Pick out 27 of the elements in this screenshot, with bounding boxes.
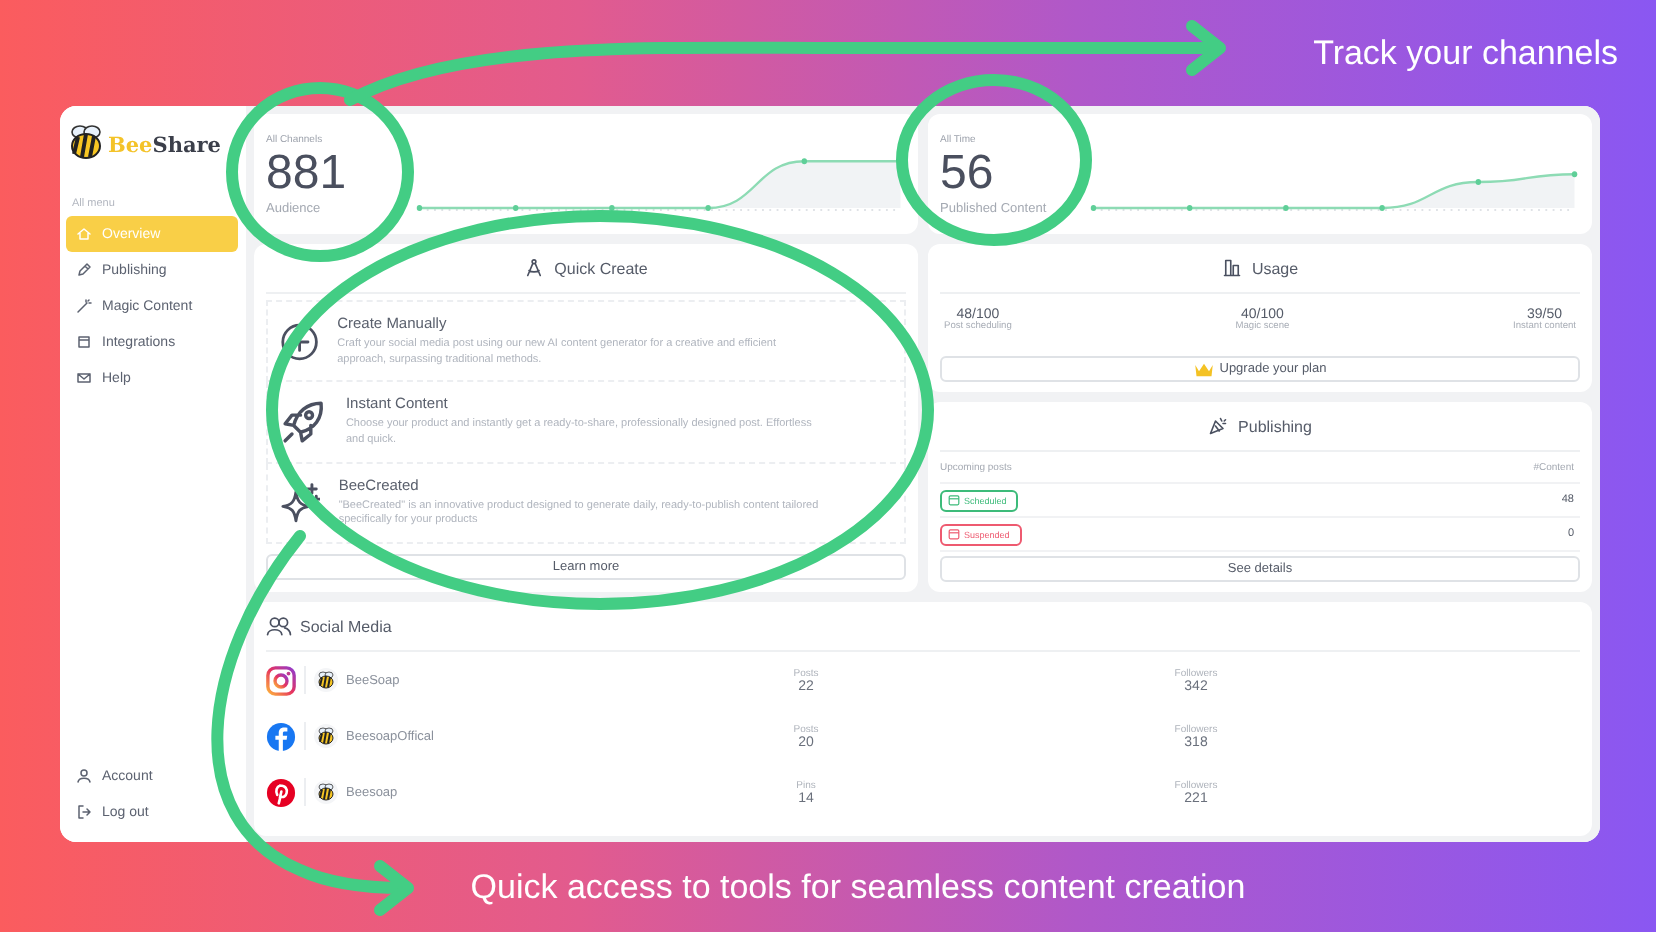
party-popper-icon — [1208, 416, 1229, 436]
card-title: Usage — [1251, 259, 1299, 277]
box-icon — [76, 334, 92, 350]
calendar-icon — [948, 494, 960, 506]
stat-value: 56 — [940, 145, 996, 201]
pinterest-icon — [266, 777, 296, 807]
compass-icon — [524, 258, 545, 278]
callout-text: Track your channels — [1313, 32, 1618, 76]
instagram-icon — [266, 665, 296, 695]
callout-text: Quick access to tools for seamless content creation — [470, 865, 1246, 909]
mail-icon — [76, 370, 92, 386]
logout-icon — [76, 804, 92, 820]
stat-value: 881 — [266, 145, 349, 201]
user-icon — [76, 768, 92, 784]
home-icon — [76, 226, 92, 242]
pen-icon — [76, 262, 92, 278]
facebook-icon — [266, 721, 296, 751]
people-icon — [266, 616, 292, 636]
bar-chart-icon — [1221, 258, 1242, 278]
calendar-icon — [948, 528, 960, 540]
card-title: Quick Create — [554, 259, 648, 277]
card-title: Social Media — [300, 617, 392, 635]
brand-name: BeeShare — [108, 134, 221, 158]
bee-logo-icon — [66, 121, 106, 161]
wand-icon — [76, 298, 92, 314]
card-title: Publishing — [1238, 417, 1312, 435]
crown-icon — [1193, 361, 1214, 377]
